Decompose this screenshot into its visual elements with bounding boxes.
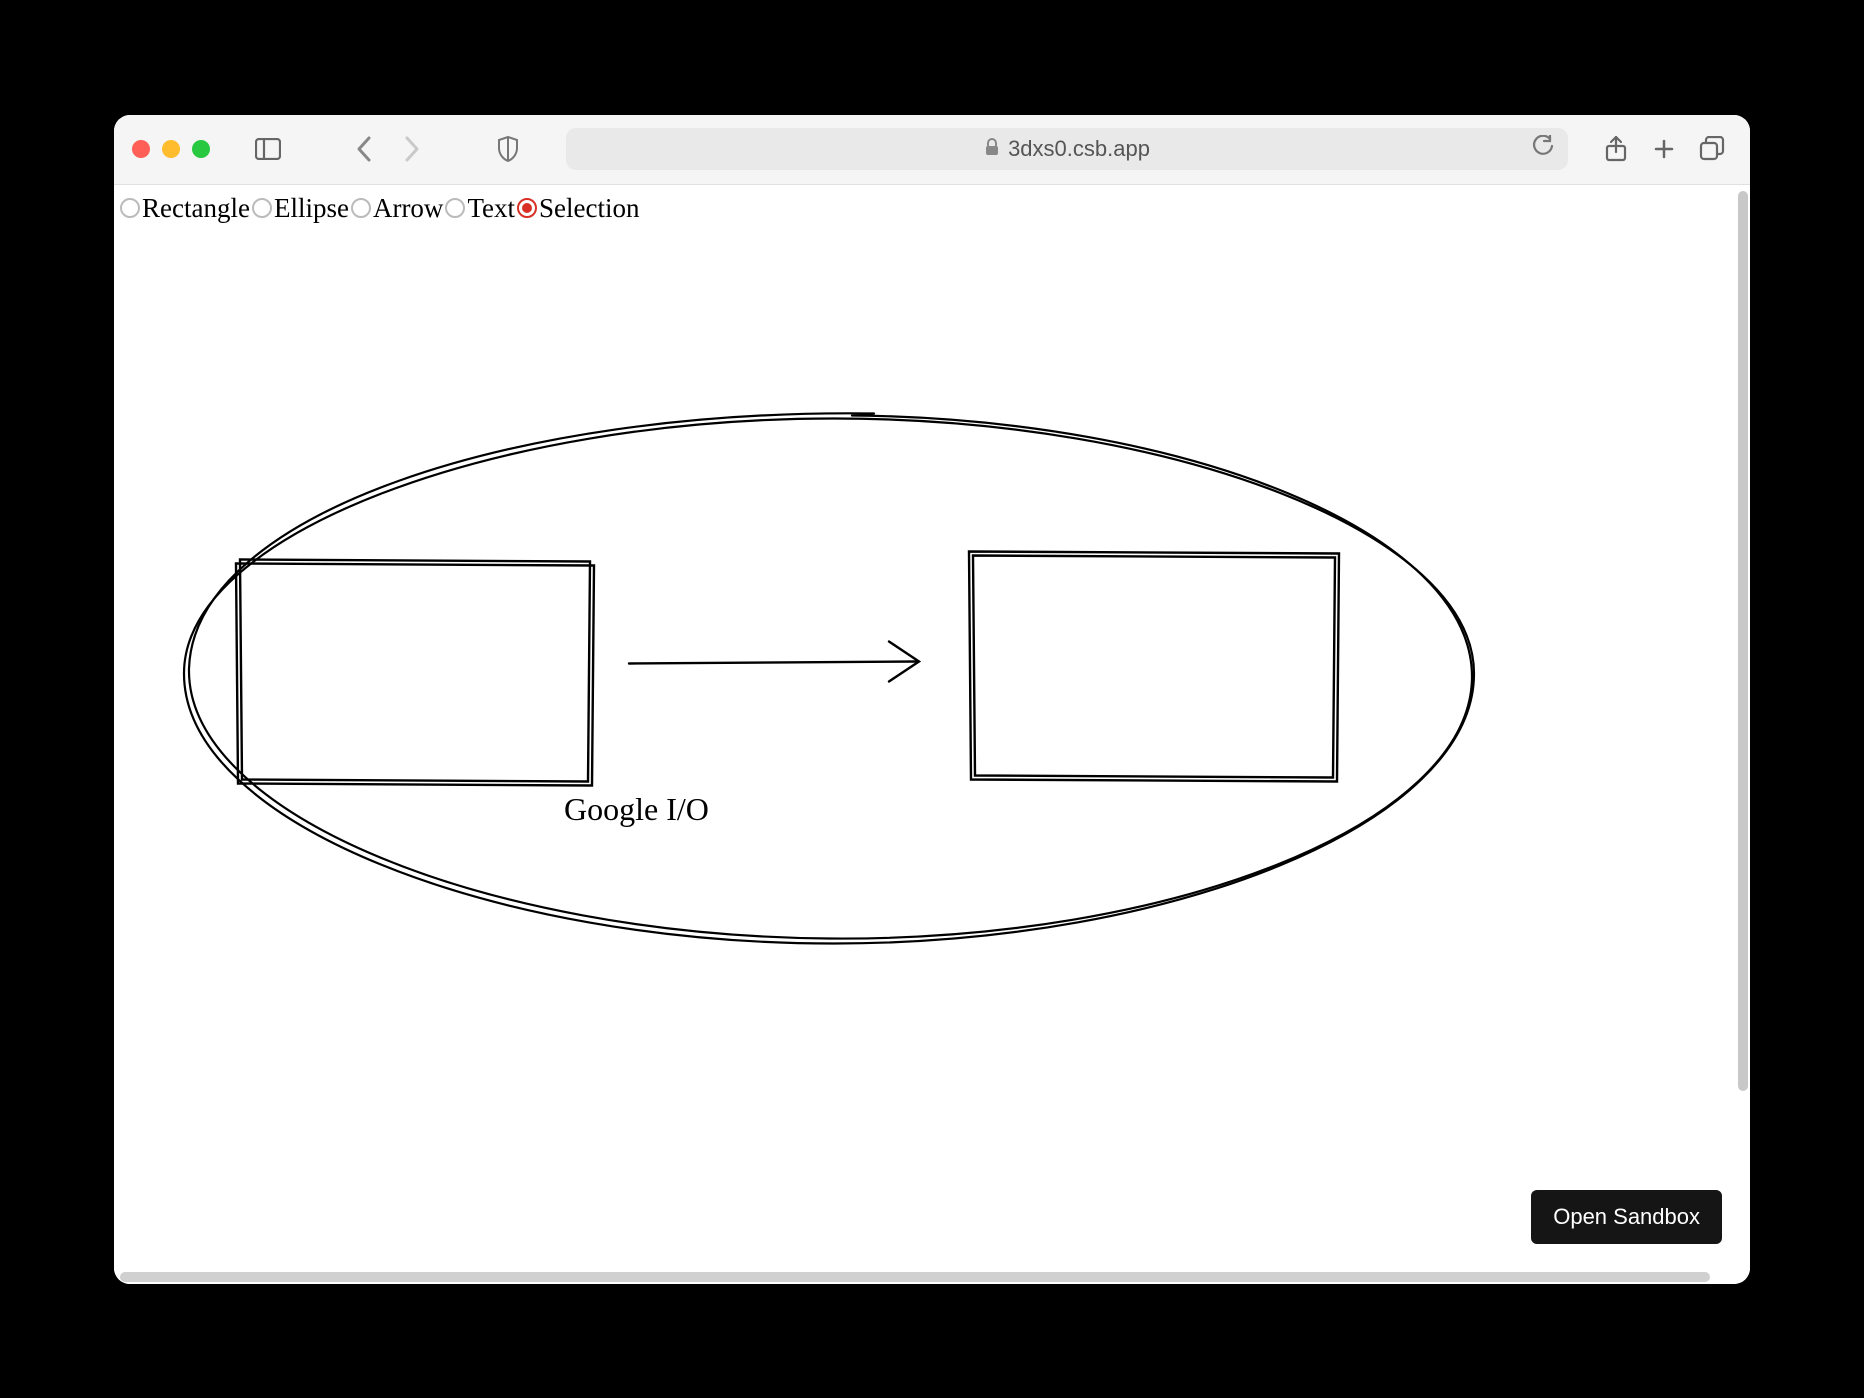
url-text: 3dxs0.csb.app: [1008, 136, 1150, 162]
radio-icon: [517, 198, 537, 218]
reload-icon[interactable]: [1532, 135, 1554, 163]
shape-rectangle-right[interactable]: [969, 551, 1339, 781]
new-tab-icon[interactable]: [1644, 129, 1684, 169]
browser-window: 3dxs0.csb.app: [114, 115, 1750, 1284]
tool-label: Ellipse: [274, 193, 349, 224]
vertical-scrollbar[interactable]: [1736, 185, 1750, 1284]
close-window-button[interactable]: [132, 140, 150, 158]
tool-label: Text: [467, 193, 515, 224]
back-icon[interactable]: [344, 129, 384, 169]
forward-icon[interactable]: [392, 129, 432, 169]
tool-arrow[interactable]: Arrow: [351, 193, 443, 224]
tool-label: Selection: [539, 193, 639, 224]
horizontal-scrollbar-thumb[interactable]: [120, 1272, 1710, 1282]
tool-text[interactable]: Text: [445, 193, 515, 224]
radio-icon: [120, 198, 140, 218]
lock-icon: [984, 138, 1000, 161]
radio-icon: [252, 198, 272, 218]
radio-icon: [351, 198, 371, 218]
radio-icon: [445, 198, 465, 218]
shape-rectangle-left[interactable]: [236, 559, 594, 785]
page-content: Rectangle Ellipse Arrow Text Selection: [114, 185, 1750, 1284]
traffic-lights: [132, 140, 210, 158]
share-icon[interactable]: [1596, 129, 1636, 169]
tool-toolbar: Rectangle Ellipse Arrow Text Selection: [114, 185, 1750, 232]
maximize-window-button[interactable]: [192, 140, 210, 158]
drawing-canvas[interactable]: Google I/O: [114, 233, 1750, 1284]
canvas-svg: [114, 233, 1750, 1284]
tool-label: Arrow: [373, 193, 443, 224]
shield-icon[interactable]: [488, 129, 528, 169]
url-bar[interactable]: 3dxs0.csb.app: [566, 128, 1568, 170]
sidebar-toggle-icon[interactable]: [248, 129, 288, 169]
tabs-overview-icon[interactable]: [1692, 129, 1732, 169]
vertical-scrollbar-thumb[interactable]: [1738, 191, 1748, 1091]
minimize-window-button[interactable]: [162, 140, 180, 158]
browser-chrome: 3dxs0.csb.app: [114, 115, 1750, 185]
tool-rectangle[interactable]: Rectangle: [120, 193, 250, 224]
horizontal-scrollbar[interactable]: [114, 1270, 1750, 1284]
tool-selection[interactable]: Selection: [517, 193, 639, 224]
tool-ellipse[interactable]: Ellipse: [252, 193, 349, 224]
open-sandbox-button[interactable]: Open Sandbox: [1531, 1190, 1722, 1244]
shape-ellipse[interactable]: [184, 413, 1474, 943]
tool-label: Rectangle: [142, 193, 250, 224]
shape-arrow[interactable]: [629, 641, 919, 681]
canvas-text-label[interactable]: Google I/O: [564, 791, 709, 828]
